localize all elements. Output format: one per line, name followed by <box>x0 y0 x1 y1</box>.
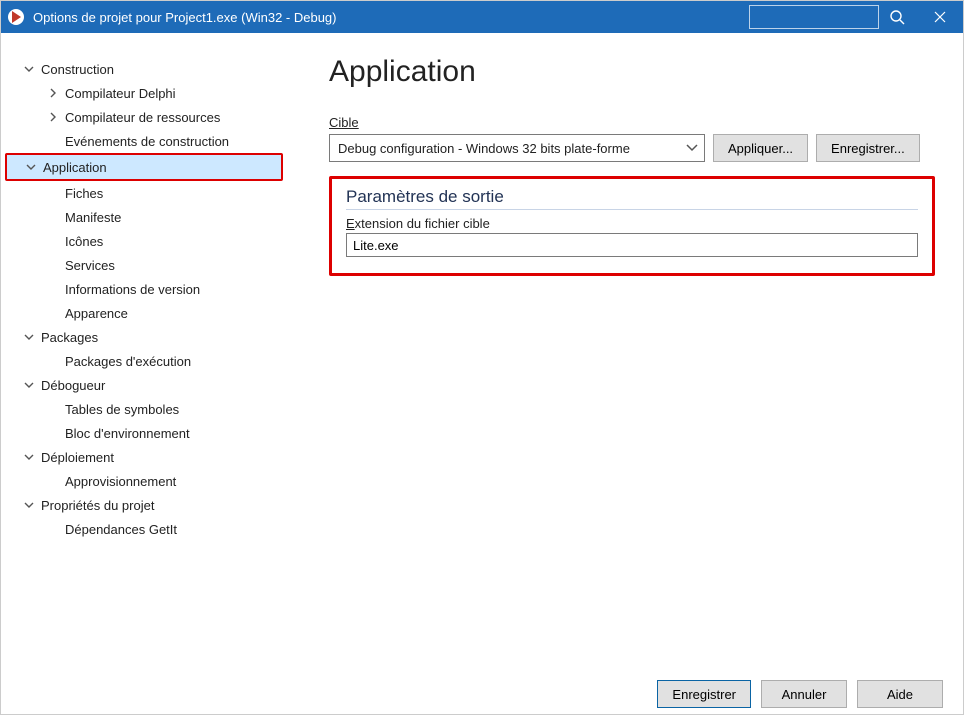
tree-label: Construction <box>37 62 114 77</box>
tree-label: Compilateur Delphi <box>61 86 176 101</box>
help-button[interactable]: Aide <box>857 680 943 708</box>
tree-label: Packages d'exécution <box>61 354 191 369</box>
tree-item-deploiement[interactable]: Déploiement <box>1 445 301 469</box>
titlebar: Options de projet pour Project1.exe (Win… <box>1 1 963 33</box>
tree-label: Packages <box>37 330 98 345</box>
section-title: Paramètres de sortie <box>346 187 918 210</box>
chevron-right-icon <box>45 88 61 98</box>
tree-label: Manifeste <box>61 210 121 225</box>
dialog-footer: Enregistrer Annuler Aide <box>1 673 963 715</box>
apply-button[interactable]: Appliquer... <box>713 134 808 162</box>
close-button[interactable] <box>917 1 963 33</box>
app-icon <box>7 8 25 26</box>
tree-item-icones[interactable]: Icônes <box>1 229 301 253</box>
tree-item-packages[interactable]: Packages <box>1 325 301 349</box>
target-combo-value: Debug configuration - Windows 32 bits pl… <box>338 141 630 156</box>
tree-label: Icônes <box>61 234 103 249</box>
page-title: Application <box>329 55 935 89</box>
tree-label: Services <box>61 258 115 273</box>
tree-item-proprietes-projet[interactable]: Propriétés du projet <box>1 493 301 517</box>
options-tree[interactable]: Construction Compilateur Delphi Compilat… <box>1 33 301 673</box>
tree-item-compilateur-ressources[interactable]: Compilateur de ressources <box>1 105 301 129</box>
tree-label: Tables de symboles <box>61 402 179 417</box>
chevron-down-icon <box>684 139 700 155</box>
tree-item-infos-version[interactable]: Informations de version <box>1 277 301 301</box>
chevron-down-icon <box>23 162 39 172</box>
tree-item-fiches[interactable]: Fiches <box>1 181 301 205</box>
tree-item-approvisionnement[interactable]: Approvisionnement <box>1 469 301 493</box>
tree-item-services[interactable]: Services <box>1 253 301 277</box>
tree-item-application[interactable]: Application <box>7 155 281 179</box>
target-label: Cible <box>329 115 359 130</box>
ext-label: Extension du fichier cible <box>346 216 918 231</box>
tree-item-tables-symboles[interactable]: Tables de symboles <box>1 397 301 421</box>
tree-item-apparence[interactable]: Apparence <box>1 301 301 325</box>
tree-label: Apparence <box>61 306 128 321</box>
search-input[interactable] <box>749 5 879 29</box>
tree-item-manifeste[interactable]: Manifeste <box>1 205 301 229</box>
chevron-down-icon <box>21 332 37 342</box>
tree-label: Dépendances GetIt <box>61 522 177 537</box>
chevron-down-icon <box>21 380 37 390</box>
tree-item-packages-exec[interactable]: Packages d'exécution <box>1 349 301 373</box>
tree-label: Informations de version <box>61 282 200 297</box>
tree-item-evenements-construction[interactable]: Evénements de construction <box>1 129 301 153</box>
save-button[interactable]: Enregistrer <box>657 680 751 708</box>
save-top-button[interactable]: Enregistrer... <box>816 134 920 162</box>
target-ext-input[interactable] <box>346 233 918 257</box>
tree-label: Approvisionnement <box>61 474 176 489</box>
chevron-down-icon <box>21 452 37 462</box>
chevron-down-icon <box>21 500 37 510</box>
tree-item-construction[interactable]: Construction <box>1 57 301 81</box>
tree-label: Compilateur de ressources <box>61 110 220 125</box>
target-combo[interactable]: Debug configuration - Windows 32 bits pl… <box>329 134 705 162</box>
tree-label: Déploiement <box>37 450 114 465</box>
tree-label: Propriétés du projet <box>37 498 154 513</box>
main-panel: Application Cible Debug configuration - … <box>301 33 963 673</box>
tree-label: Evénements de construction <box>61 134 229 149</box>
tree-label: Débogueur <box>37 378 105 393</box>
tree-label: Bloc d'environnement <box>61 426 190 441</box>
tree-item-compilateur-delphi[interactable]: Compilateur Delphi <box>1 81 301 105</box>
tree-item-dependances-getit[interactable]: Dépendances GetIt <box>1 517 301 541</box>
titlebar-search[interactable] <box>749 5 911 29</box>
chevron-right-icon <box>45 112 61 122</box>
search-icon[interactable] <box>883 5 911 29</box>
tree-label: Fiches <box>61 186 103 201</box>
tree-item-debogueur[interactable]: Débogueur <box>1 373 301 397</box>
window-title: Options de projet pour Project1.exe (Win… <box>33 10 337 25</box>
cancel-button[interactable]: Annuler <box>761 680 847 708</box>
tree-item-bloc-env[interactable]: Bloc d'environnement <box>1 421 301 445</box>
chevron-down-icon <box>21 64 37 74</box>
output-settings-highlight: Paramètres de sortie Extension du fichie… <box>329 176 935 276</box>
tree-label: Application <box>39 160 107 175</box>
